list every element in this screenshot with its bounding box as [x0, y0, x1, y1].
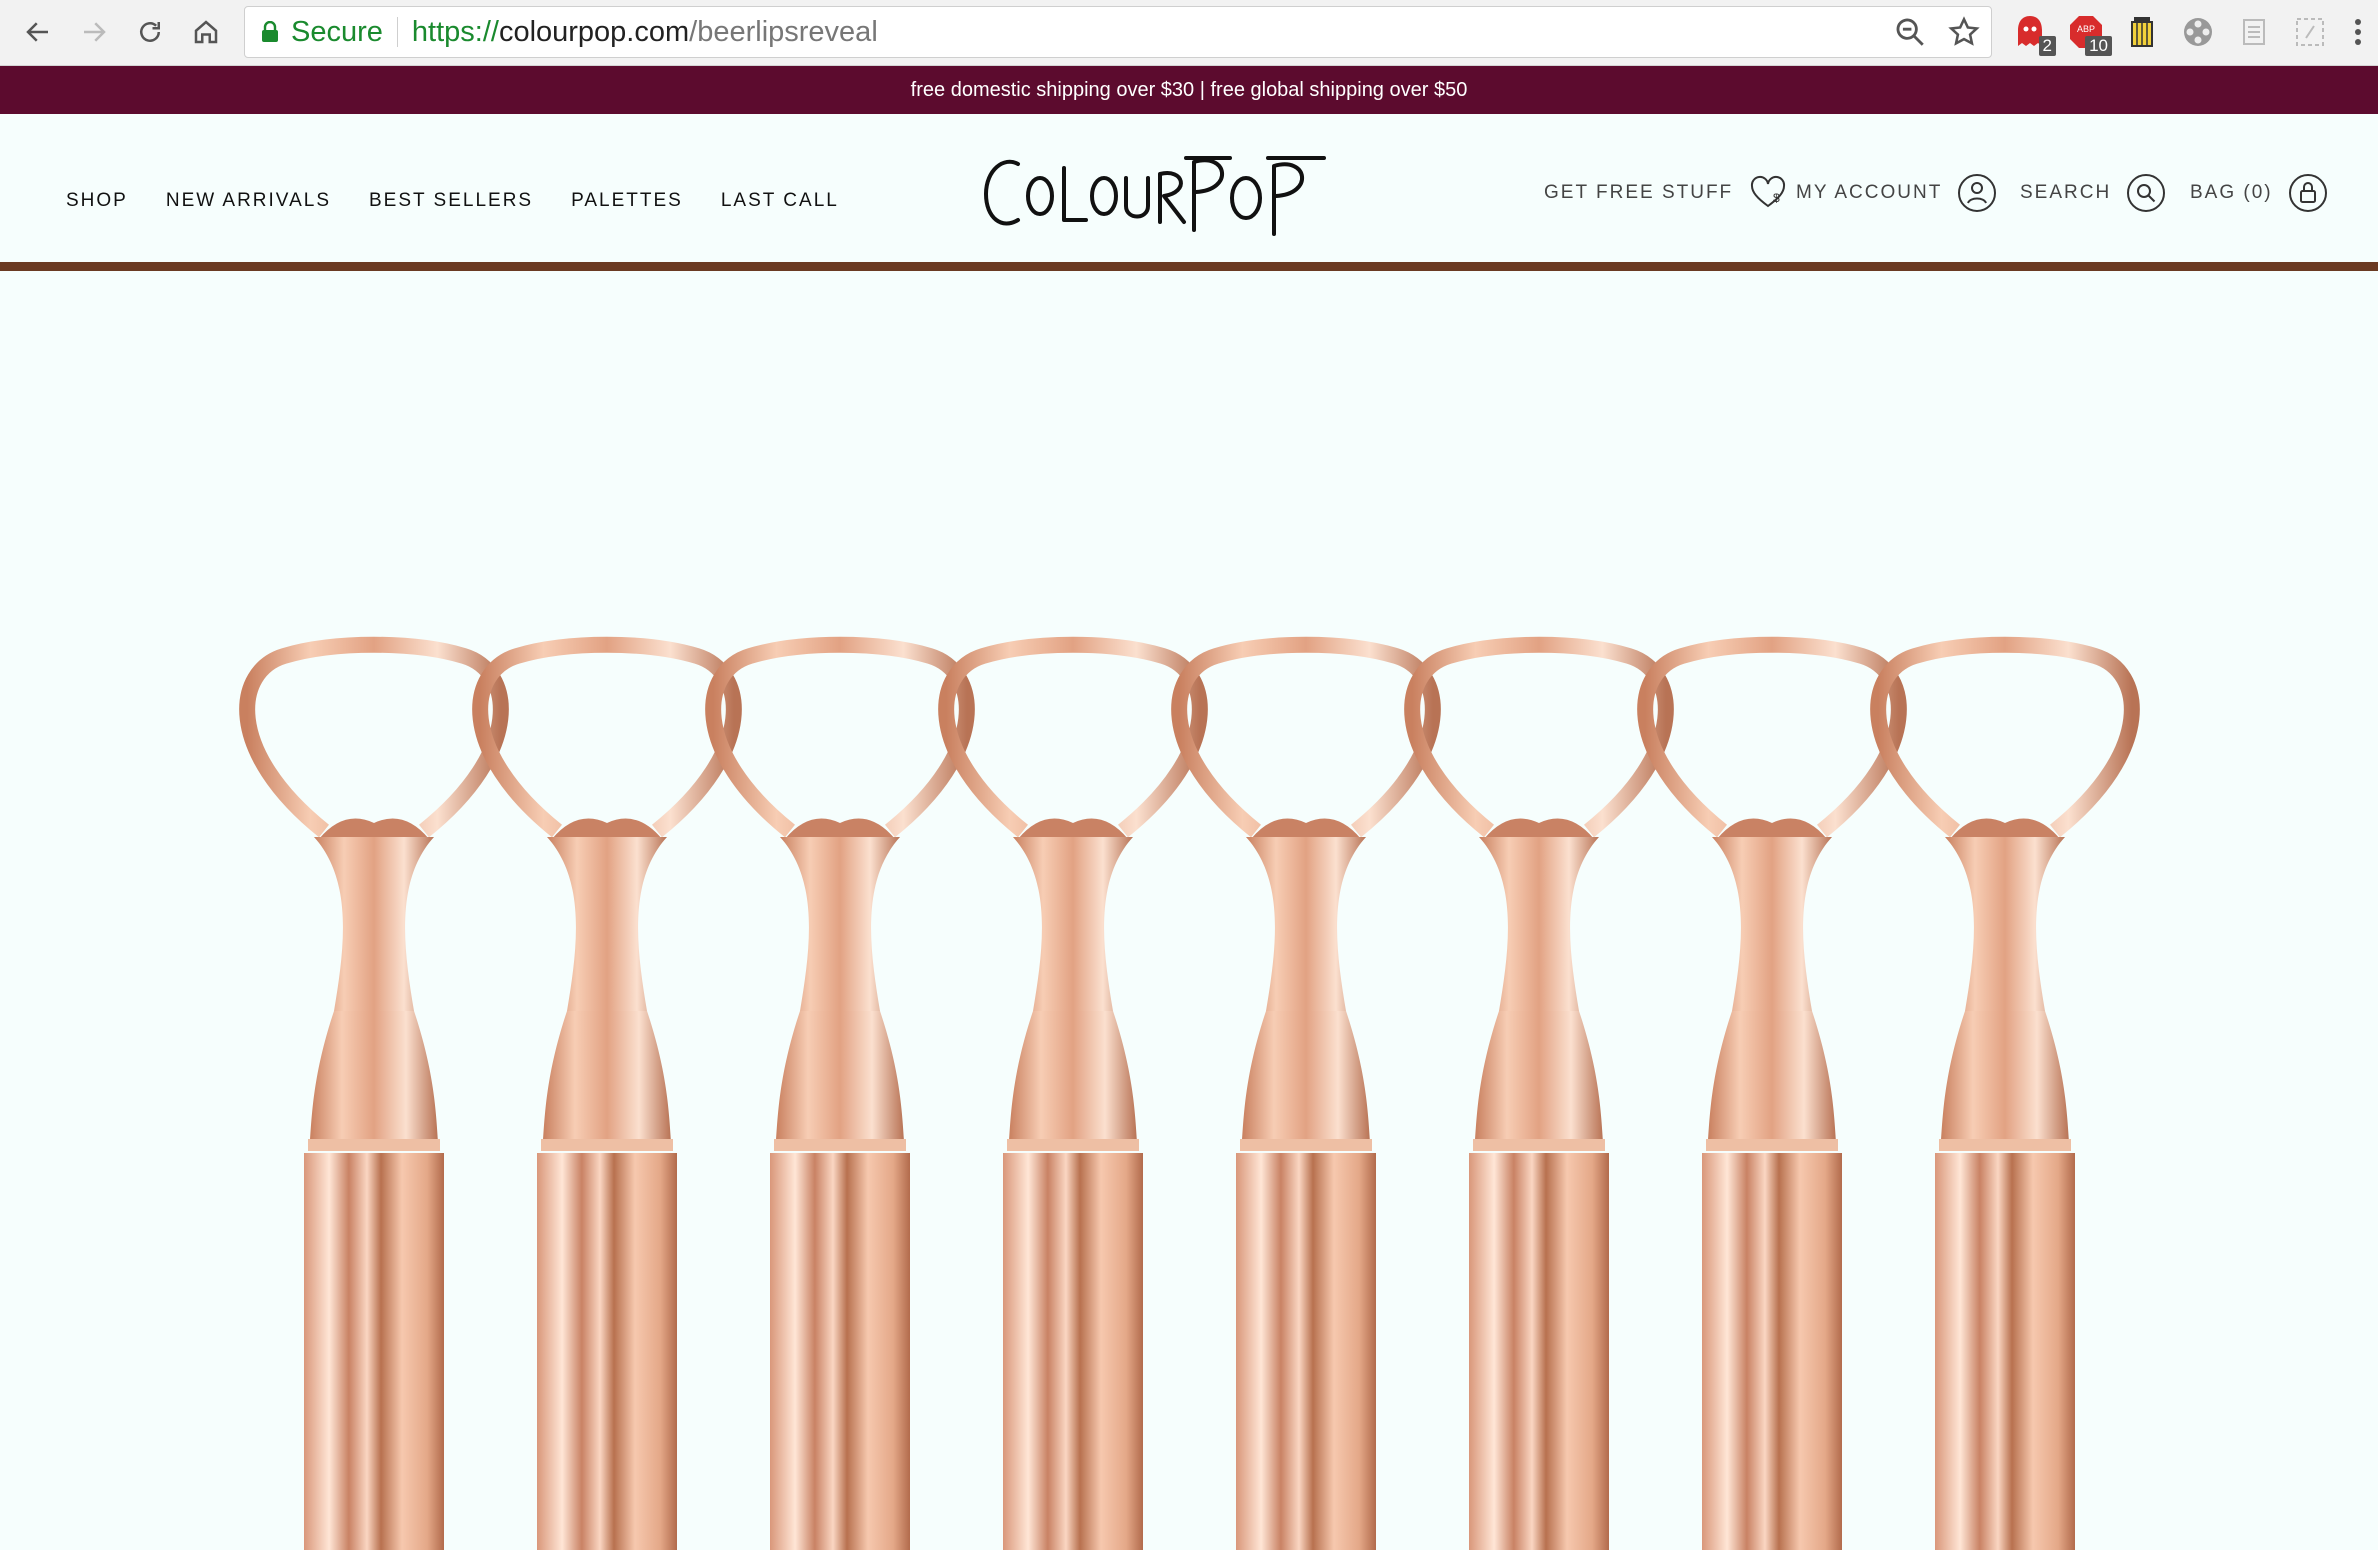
nav-shop[interactable]: SHOP: [66, 190, 128, 212]
omnibox-divider: [396, 17, 398, 47]
adblock-icon[interactable]: ABP 10: [2066, 12, 2112, 56]
header-divider: [0, 262, 2378, 271]
ghostery-icon[interactable]: 2: [2010, 12, 2056, 56]
nav-new-arrivals[interactable]: NEW ARRIVALS: [166, 190, 331, 212]
svg-text:ABP: ABP: [2077, 24, 2095, 34]
arrow-right-icon: [84, 22, 106, 42]
get-free-stuff-label: GET FREE STUFF: [1544, 182, 1734, 203]
reload-icon: [140, 22, 160, 42]
bag-label: BAG (0): [2190, 182, 2273, 203]
nav-palettes[interactable]: PALETTES: [571, 190, 683, 212]
arrow-left-icon: [26, 22, 48, 42]
reload-button[interactable]: [132, 14, 168, 50]
nav-best-sellers[interactable]: BEST SELLERS: [369, 190, 533, 212]
bottle-opener: [1171, 636, 1441, 1550]
ghostery-badge: 2: [2038, 36, 2056, 56]
bottle-opener: [239, 636, 509, 1550]
bottle-opener: [1404, 636, 1674, 1550]
notes-icon[interactable]: [2234, 12, 2274, 52]
forward-button[interactable]: [76, 14, 112, 50]
bottle-opener: [705, 636, 975, 1550]
dashed-box-icon[interactable]: [2290, 12, 2330, 52]
url-path: /beerlipsreveal: [689, 15, 878, 48]
bottle-opener: [1637, 636, 1907, 1550]
my-account-link[interactable]: MY ACCOUNT: [1796, 172, 1998, 214]
svg-text:$: $: [1773, 191, 1780, 205]
bag-link[interactable]: BAG (0): [2190, 172, 2329, 214]
search-icon: [2127, 174, 2166, 212]
bottle-opener: [472, 636, 742, 1550]
zoom-out-icon[interactable]: [1893, 15, 1927, 49]
honey-icon[interactable]: [2122, 12, 2162, 52]
url-text[interactable]: https://colourpop.com/beerlipsreveal: [412, 16, 878, 49]
search-label: SEARCH: [2020, 182, 2112, 203]
get-free-stuff-link[interactable]: GET FREE STUFF $: [1544, 172, 1789, 214]
promo-banner: free domestic shipping over $30 | free g…: [0, 66, 2378, 114]
url-scheme: https://: [411, 15, 499, 48]
kebab-menu-icon: [2355, 19, 2361, 45]
star-icon[interactable]: [1947, 15, 1981, 49]
colourpop-logo[interactable]: [978, 144, 1358, 244]
site-header: SHOP NEW ARRIVALS BEST SELLERS PALETTES …: [0, 114, 2378, 264]
bottle-opener: [938, 636, 1208, 1550]
user-icon: [1958, 174, 1997, 212]
browser-menu-button[interactable]: [2348, 12, 2378, 52]
browser-toolbar: Secure https://colourpop.com/beerlipsrev…: [0, 0, 2378, 66]
adblock-badge: 10: [2085, 36, 2112, 56]
back-button[interactable]: [20, 14, 56, 50]
address-bar[interactable]: Secure https://colourpop.com/beerlipsrev…: [244, 6, 1992, 58]
url-host: colourpop.com: [498, 15, 690, 48]
nav-last-call[interactable]: LAST CALL: [721, 190, 839, 212]
lock-bag-icon: [2288, 174, 2327, 212]
heart-dollar-icon: $: [1751, 175, 1786, 208]
film-reel-icon[interactable]: [2178, 12, 2218, 52]
promo-text: free domestic shipping over $30 | free g…: [910, 78, 1468, 101]
bottle-opener-lipsticks-image: [239, 636, 2140, 1550]
home-button[interactable]: [188, 14, 224, 50]
search-link[interactable]: SEARCH: [2020, 172, 2167, 214]
lock-icon: [262, 21, 278, 42]
my-account-label: MY ACCOUNT: [1796, 182, 1943, 203]
home-icon: [194, 20, 218, 44]
bottle-opener: [1870, 636, 2140, 1550]
secure-label: Secure: [291, 15, 383, 48]
main-nav: SHOP NEW ARRIVALS BEST SELLERS PALETTES …: [66, 190, 839, 212]
hero-section: [0, 271, 2378, 1550]
